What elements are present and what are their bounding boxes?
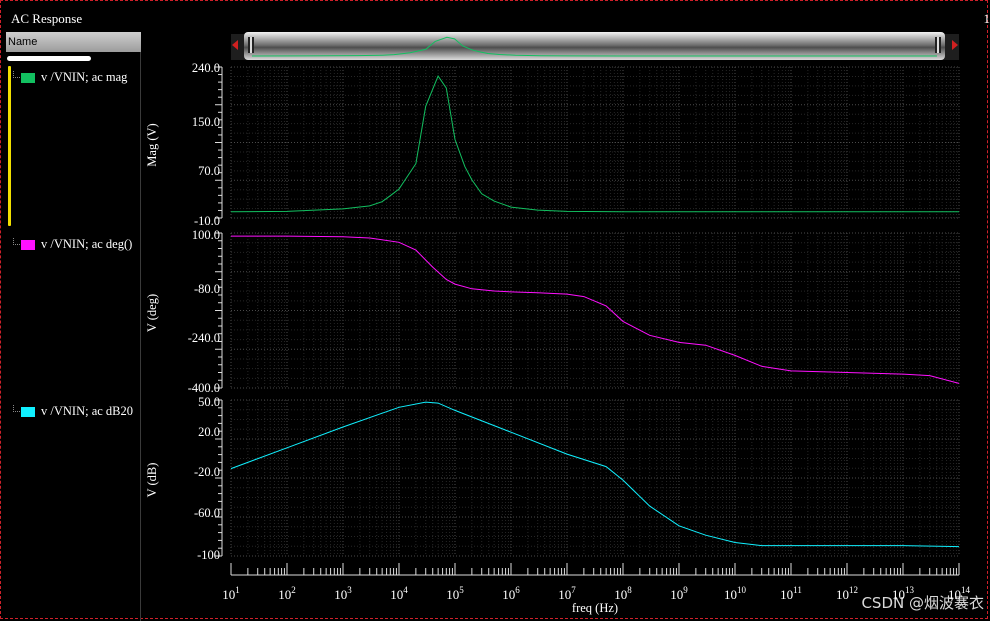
x-tick-label: 108 bbox=[614, 585, 632, 602]
x-axis-label: freq (Hz) bbox=[572, 601, 618, 615]
y-axis-label: Mag (V) bbox=[145, 123, 159, 166]
y-tick-label: -240.0 bbox=[188, 331, 220, 345]
y-tick-label: -10.0 bbox=[194, 214, 220, 228]
x-tick-label: 107 bbox=[558, 585, 576, 602]
x-axis: 101 102 103 104 105 106 107 108 109 1010 1011 1012 1… bbox=[222, 563, 971, 615]
plot-panel-1: 100.0 -80.0 -240.0 -400.0 V (deg) bbox=[145, 228, 960, 395]
y-tick-label: 240.0 bbox=[192, 61, 220, 75]
x-tick-label: 103 bbox=[334, 585, 352, 602]
series-line bbox=[231, 235, 960, 384]
watermark: CSDN @烟波褰衣 bbox=[861, 594, 984, 612]
y-axis-label: V (deg) bbox=[145, 294, 159, 332]
y-tick-label: 50.0 bbox=[198, 395, 220, 409]
y-axis-label: V (dB) bbox=[145, 463, 159, 498]
x-tick-label: 1010 bbox=[724, 585, 747, 602]
series-line bbox=[230, 401, 960, 548]
x-tick-label: 106 bbox=[502, 585, 520, 602]
y-tick-label: 70.0 bbox=[198, 164, 220, 178]
plot-panel-2: 50.0 20.0 -20.0 -60.0 -100 V (dB) bbox=[145, 395, 960, 562]
x-tick-label: 104 bbox=[390, 585, 408, 602]
y-tick-label: 20.0 bbox=[198, 425, 220, 439]
y-tick-label: -100 bbox=[197, 548, 220, 562]
x-tick-label: 105 bbox=[446, 585, 464, 602]
y-tick-label: -20.0 bbox=[194, 465, 220, 479]
series-line bbox=[230, 75, 959, 213]
plot-panel-0: 240.0 150.0 70.0 -10.0 Mag (V) bbox=[145, 61, 960, 228]
y-tick-label: 150.0 bbox=[192, 115, 220, 129]
x-tick-label: 102 bbox=[278, 585, 296, 602]
x-tick-label: 1011 bbox=[780, 585, 802, 602]
ac-response-plot: 240.0 150.0 70.0 -10.0 Mag (V) 100.0 -80.0 -240… bbox=[145, 61, 971, 615]
y-tick-label: 100.0 bbox=[192, 228, 220, 242]
x-tick-label: 101 bbox=[222, 585, 240, 602]
y-tick-label: -400.0 bbox=[188, 381, 220, 395]
x-tick-label: 109 bbox=[670, 585, 688, 602]
y-tick-label: -80.0 bbox=[194, 282, 220, 296]
y-tick-label: -60.0 bbox=[194, 506, 220, 520]
x-tick-label: 1012 bbox=[836, 585, 858, 602]
